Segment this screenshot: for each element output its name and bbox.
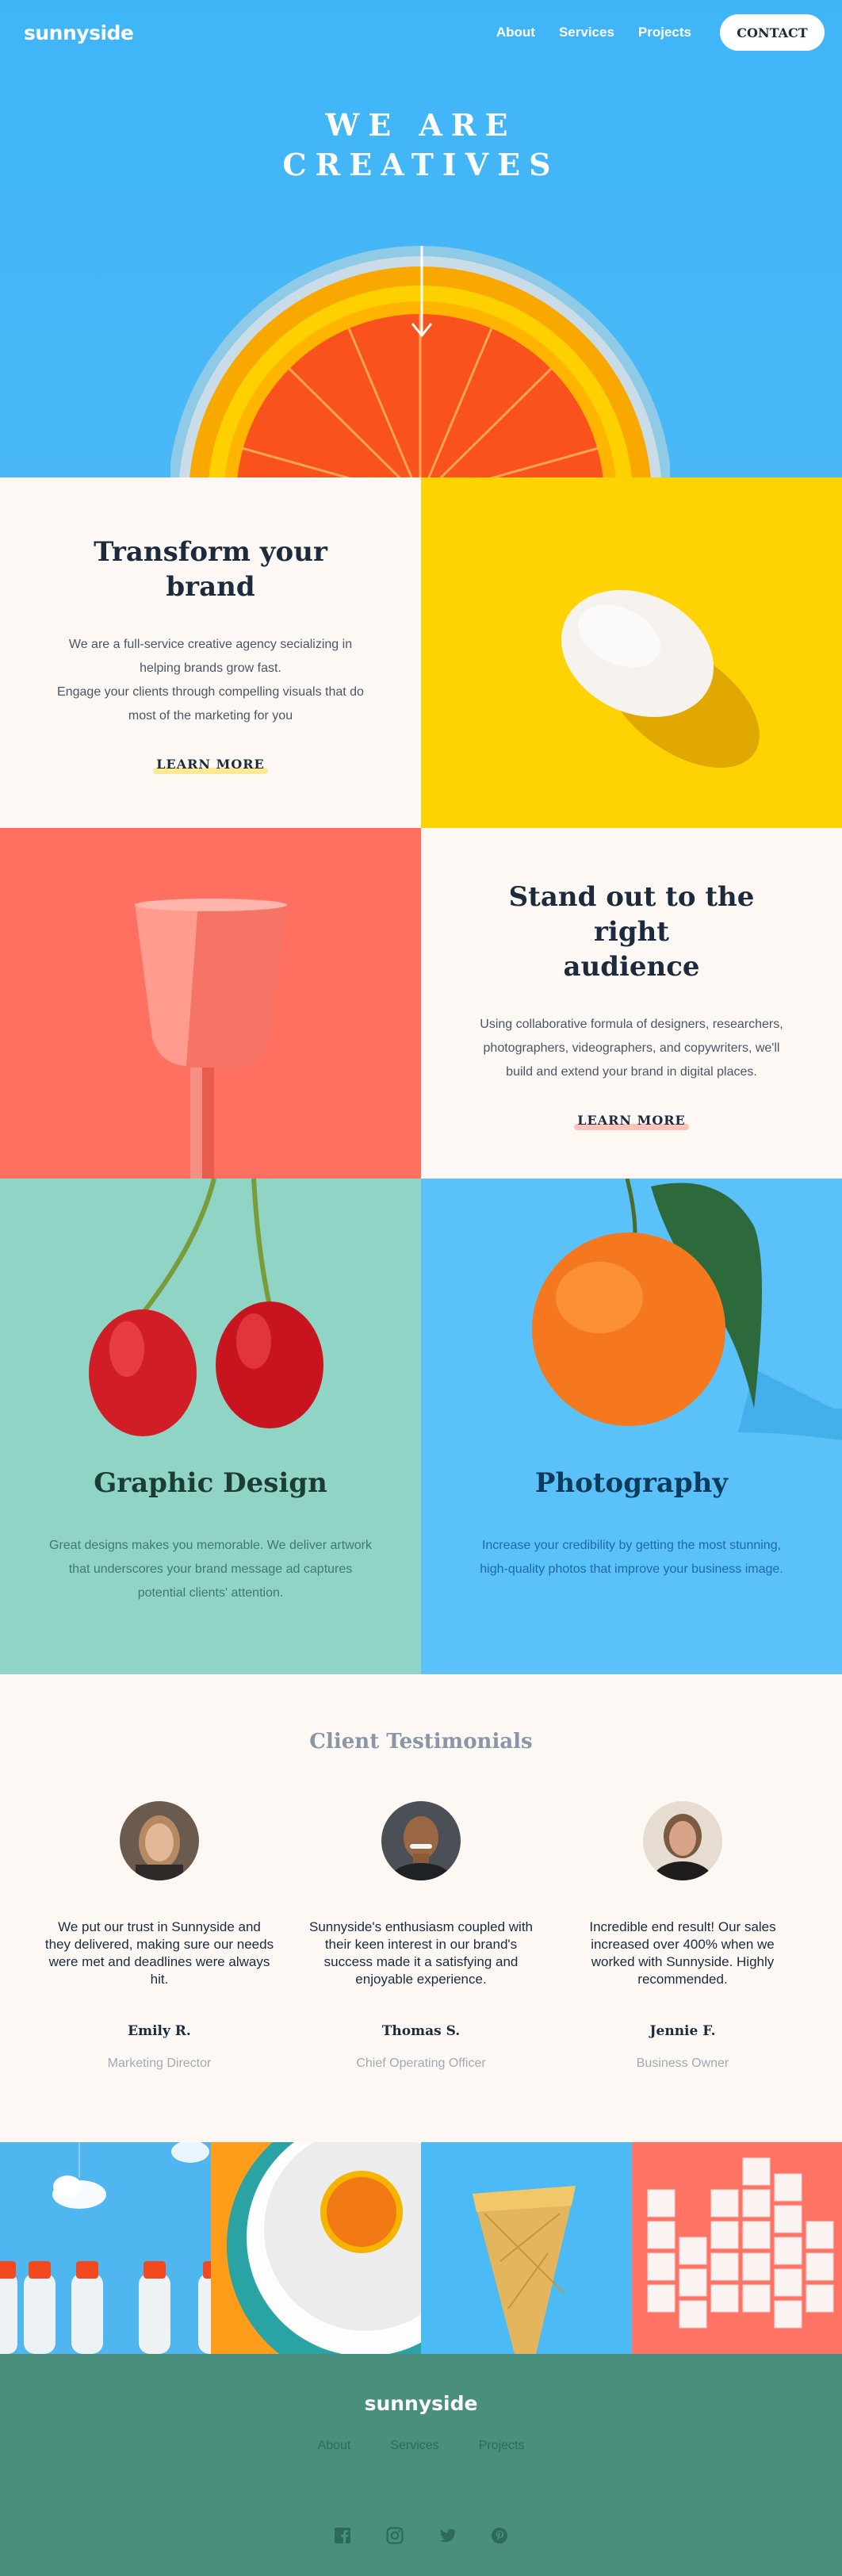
avatar	[120, 1801, 199, 1880]
testimonial-name: Jennie F.	[649, 2023, 716, 2039]
testimonial-quote: Sunnyside's enthusiasm coupled with thei…	[308, 1919, 534, 1987]
sugar-cubes-illustration	[647, 2157, 833, 2329]
service-description-line: that underscores your brand message ad c…	[68, 1562, 353, 1576]
gallery-ice-cream-cone	[421, 2142, 632, 2354]
service-text: Graphic Design Great designs makes you m…	[24, 1464, 397, 1605]
feature-description: We are a full-service creative agency se…	[57, 633, 364, 728]
feature-title: Stand out to the right audience	[469, 880, 794, 984]
service-text: Photography Increase your credibility by…	[445, 1464, 818, 1581]
testimonial-card: Incredible end result! Our sales increas…	[568, 1801, 798, 2071]
service-description-line: Increase your credibility by getting the…	[481, 1539, 782, 1552]
egg-image	[421, 477, 842, 828]
avatar-image	[643, 1801, 722, 1880]
hero-section: sunnyside About Services Projects CONTAC…	[0, 0, 842, 477]
testimonial-quote: Incredible end result! Our sales increas…	[589, 1919, 776, 1987]
cone-illustration	[473, 2186, 576, 2354]
feature-transform: Transform your brand We are a full-servi…	[0, 477, 842, 828]
page: sunnyside About Services Projects CONTAC…	[0, 0, 842, 2576]
nav-link-projects[interactable]: Projects	[638, 25, 691, 40]
hero-title: WE ARE CREATIVES	[0, 105, 842, 185]
testimonial-card: Sunnyside's enthusiasm coupled with thei…	[306, 1801, 536, 2071]
testimonial-role: Business Owner	[636, 2057, 729, 2070]
footer-logo[interactable]: sunnyside	[0, 2354, 842, 2415]
learn-more-link[interactable]: LEARN MORE	[153, 756, 268, 774]
nav-link-services[interactable]: Services	[559, 25, 614, 40]
gallery-milk-bottles	[0, 2142, 211, 2354]
gallery-section	[0, 2142, 842, 2354]
orange-plate-illustration	[226, 2142, 421, 2354]
nav-link-about[interactable]: About	[496, 25, 535, 40]
social-links	[0, 2527, 842, 2544]
top-nav: sunnyside About Services Projects CONTAC…	[24, 14, 825, 51]
twitter-icon[interactable]	[438, 2527, 456, 2544]
hero-title-line-2: CREATIVES	[282, 147, 560, 182]
learn-more-label: LEARN MORE	[577, 1112, 686, 1128]
learn-more-label: LEARN MORE	[156, 756, 265, 772]
feature-description-line: photographers, videographers, and copywr…	[483, 1041, 780, 1055]
orange-illustration	[532, 1179, 842, 1440]
gallery-orange-plate	[210, 2142, 421, 2354]
testimonial-role: Chief Operating Officer	[356, 2057, 486, 2070]
footer: sunnyside About Services Projects	[0, 2354, 842, 2576]
feature-description-line: Using collaborative formula of designers…	[480, 1017, 783, 1031]
avatar-image	[120, 1801, 199, 1880]
logo[interactable]: sunnyside	[24, 21, 134, 44]
testimonials-list: We put our trust in Sunnyside and they d…	[0, 1801, 842, 2071]
arrow-down-icon[interactable]	[411, 246, 432, 339]
services-section: Graphic Design Great designs makes you m…	[0, 1179, 842, 1674]
milk-bottles-illustration	[0, 2142, 211, 2354]
feature-description-line: build and extend your brand in digital p…	[506, 1064, 757, 1079]
feature-description-line: helping brands grow fast.	[140, 661, 281, 675]
feature-standout-text: Stand out to the right audience Using co…	[421, 828, 842, 1179]
footer-link-about[interactable]: About	[318, 2439, 351, 2453]
testimonials-heading: Client Testimonials	[309, 1730, 533, 1754]
testimonial-name: Emily R.	[128, 2023, 191, 2039]
pinterest-icon[interactable]	[491, 2527, 508, 2544]
testimonial-name: Thomas S.	[381, 2023, 461, 2039]
instagram-icon[interactable]	[386, 2527, 404, 2544]
egg-illustration	[561, 589, 760, 768]
footer-link-services[interactable]: Services	[390, 2439, 438, 2453]
avatar-image	[381, 1801, 461, 1880]
feature-title-line: audience	[563, 950, 700, 983]
service-description-line: high-quality photos that improve your bu…	[480, 1562, 783, 1576]
cup-image	[0, 828, 421, 1179]
feature-description-line: most of the marketing for you	[128, 708, 293, 723]
service-photography: Photography Increase your credibility by…	[421, 1179, 842, 1674]
feature-description-line: Engage your clients through compelling v…	[57, 684, 364, 699]
feature-standout: Stand out to the right audience Using co…	[0, 828, 842, 1179]
footer-links: About Services Projects	[0, 2439, 842, 2453]
service-description: Great designs makes you memorable. We de…	[24, 1534, 397, 1605]
service-description-line: Great designs makes you memorable. We de…	[49, 1539, 372, 1552]
testimonial-role: Marketing Director	[107, 2057, 212, 2070]
service-description: Increase your credibility by getting the…	[445, 1534, 818, 1581]
facebook-icon[interactable]	[334, 2527, 351, 2544]
hero-title-line-1: WE ARE	[325, 107, 517, 143]
feature-title-line: Stand out to the right	[508, 880, 755, 948]
learn-more-link[interactable]: LEARN MORE	[574, 1112, 689, 1130]
avatar	[381, 1801, 461, 1880]
service-title: Graphic Design	[94, 1467, 327, 1499]
feature-title: Transform your brand	[94, 535, 327, 603]
cup-illustration	[135, 899, 287, 1179]
avatar	[643, 1801, 722, 1880]
contact-button[interactable]: CONTACT	[720, 14, 825, 51]
feature-description-line: We are a full-service creative agency se…	[68, 637, 353, 651]
feature-transform-text: Transform your brand We are a full-servi…	[0, 477, 421, 828]
feature-description: Using collaborative formula of designers…	[480, 1013, 783, 1084]
testimonials-section: Client Testimonials We put our trust in …	[0, 1674, 842, 2142]
testimonial-card: We put our trust in Sunnyside and they d…	[44, 1801, 274, 2071]
service-title: Photography	[534, 1467, 729, 1499]
nav-links: About Services Projects CONTACT	[496, 14, 825, 51]
service-description-line: potential clients' attention.	[137, 1586, 284, 1600]
testimonial-quote: We put our trust in Sunnyside and they d…	[44, 1919, 274, 1987]
service-graphic-design: Graphic Design Great designs makes you m…	[0, 1179, 421, 1674]
gallery-sugar-cubes	[631, 2142, 842, 2354]
footer-link-projects[interactable]: Projects	[479, 2439, 525, 2453]
